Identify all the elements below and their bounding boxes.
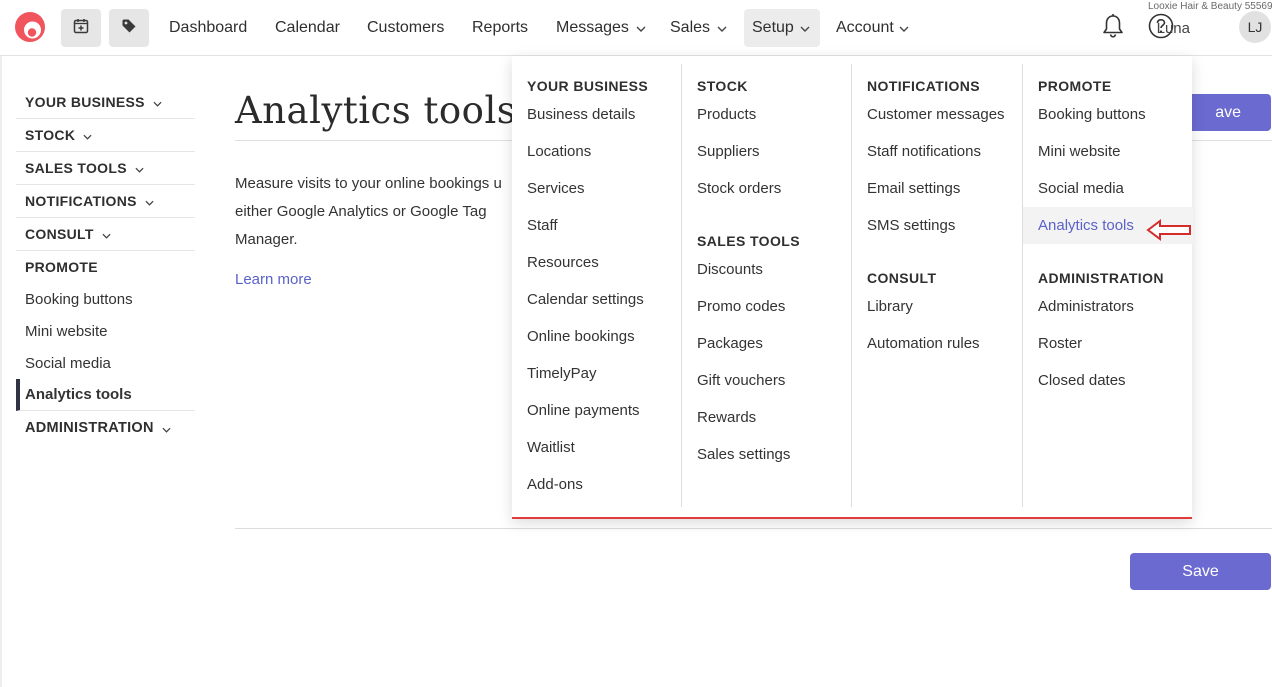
menu-item-packages[interactable]: Packages bbox=[697, 325, 852, 362]
nav-customers[interactable]: Customers bbox=[367, 0, 444, 56]
user-name[interactable]: Luna bbox=[1157, 0, 1190, 56]
nav-setup[interactable]: Setup bbox=[744, 9, 820, 47]
setup-dropdown-menu: YOUR BUSINESS Business details Locations… bbox=[512, 56, 1193, 519]
chevron-down-icon bbox=[717, 19, 727, 37]
top-nav-bar: Dashboard Calendar Customers Reports Mes… bbox=[0, 0, 1272, 56]
chevron-down-icon bbox=[636, 19, 646, 37]
menu-item-automation-rules[interactable]: Automation rules bbox=[867, 325, 1022, 362]
tag-icon bbox=[121, 18, 137, 39]
menu-item-library[interactable]: Library bbox=[867, 288, 1022, 325]
sidebar-section-notifications[interactable]: NOTIFICATIONS bbox=[16, 185, 195, 218]
menu-item-staff[interactable]: Staff bbox=[527, 207, 682, 244]
chevron-down-icon bbox=[800, 19, 810, 37]
menu-item-add-ons[interactable]: Add-ons bbox=[527, 466, 682, 503]
sidebar-section-your-business[interactable]: YOUR BUSINESS bbox=[16, 86, 195, 119]
sidebar-section-promote[interactable]: PROMOTE bbox=[16, 251, 195, 283]
menu-item-booking-buttons[interactable]: Booking buttons bbox=[1038, 96, 1192, 133]
menu-item-customer-messages[interactable]: Customer messages bbox=[867, 96, 1022, 133]
menu-item-resources[interactable]: Resources bbox=[527, 244, 682, 281]
dropdown-column-stock: STOCK Products Suppliers Stock orders SA… bbox=[681, 64, 852, 507]
nav-messages[interactable]: Messages bbox=[556, 0, 646, 56]
menu-item-timelypay[interactable]: TimelyPay bbox=[527, 355, 682, 392]
menu-item-products[interactable]: Products bbox=[697, 96, 852, 133]
sidebar-item-booking-buttons[interactable]: Booking buttons bbox=[16, 283, 195, 315]
menu-item-social-media[interactable]: Social media bbox=[1038, 170, 1192, 207]
nav-reports[interactable]: Reports bbox=[472, 0, 528, 56]
dropdown-heading-promote: PROMOTE bbox=[1038, 78, 1112, 94]
menu-item-promo-codes[interactable]: Promo codes bbox=[697, 288, 852, 325]
page-description: Measure visits to your online bookings u… bbox=[235, 175, 502, 248]
menu-item-discounts[interactable]: Discounts bbox=[697, 251, 852, 288]
menu-item-closed-dates[interactable]: Closed dates bbox=[1038, 362, 1192, 399]
calendar-add-icon bbox=[73, 18, 89, 39]
menu-item-rewards[interactable]: Rewards bbox=[697, 399, 852, 436]
sidebar-item-analytics-tools[interactable]: Analytics tools bbox=[16, 379, 195, 411]
menu-item-online-payments[interactable]: Online payments bbox=[527, 392, 682, 429]
chevron-down-icon bbox=[145, 193, 154, 209]
sidebar-item-social-media[interactable]: Social media bbox=[16, 347, 195, 379]
nav-dashboard[interactable]: Dashboard bbox=[169, 0, 247, 56]
nav-account[interactable]: Account bbox=[836, 0, 909, 56]
page-title: Analytics tools bbox=[235, 89, 517, 132]
sidebar-section-stock[interactable]: STOCK bbox=[16, 119, 195, 152]
sidebar-item-mini-website[interactable]: Mini website bbox=[16, 315, 195, 347]
settings-sidebar: YOUR BUSINESS STOCK SALES TOOLS NOTIFICA… bbox=[16, 86, 195, 444]
sidebar-section-consult[interactable]: CONSULT bbox=[16, 218, 195, 251]
dropdown-heading-stock: STOCK bbox=[697, 78, 748, 94]
menu-item-stock-orders[interactable]: Stock orders bbox=[697, 170, 852, 207]
chevron-down-icon bbox=[899, 19, 909, 37]
nav-calendar[interactable]: Calendar bbox=[275, 0, 340, 56]
save-button[interactable]: Save bbox=[1130, 553, 1271, 590]
dropdown-heading-consult: CONSULT bbox=[867, 270, 937, 286]
dropdown-column-promote: PROMOTE Booking buttons Mini website Soc… bbox=[1022, 64, 1193, 507]
learn-more-link[interactable]: Learn more bbox=[235, 271, 312, 288]
avatar[interactable]: LJ bbox=[1239, 11, 1271, 43]
sidebar-section-sales-tools[interactable]: SALES TOOLS bbox=[16, 152, 195, 185]
page-left-edge bbox=[0, 56, 2, 687]
chevron-down-icon bbox=[153, 94, 162, 110]
dropdown-heading-your-business: YOUR BUSINESS bbox=[527, 78, 649, 94]
chevron-down-icon bbox=[162, 420, 171, 436]
dropdown-column-your-business: YOUR BUSINESS Business details Locations… bbox=[512, 64, 682, 507]
timely-logo-icon[interactable] bbox=[14, 11, 46, 43]
divider bbox=[235, 528, 1272, 529]
menu-item-business-details[interactable]: Business details bbox=[527, 96, 682, 133]
menu-item-waitlist[interactable]: Waitlist bbox=[527, 429, 682, 466]
menu-item-online-bookings[interactable]: Online bookings bbox=[527, 318, 682, 355]
dropdown-heading-administration: ADMINISTRATION bbox=[1038, 270, 1164, 286]
nav-sales[interactable]: Sales bbox=[670, 0, 727, 56]
menu-item-roster[interactable]: Roster bbox=[1038, 325, 1192, 362]
menu-item-sms-settings[interactable]: SMS settings bbox=[867, 207, 1022, 244]
menu-item-staff-notifications[interactable]: Staff notifications bbox=[867, 133, 1022, 170]
chevron-down-icon bbox=[83, 127, 92, 143]
menu-item-email-settings[interactable]: Email settings bbox=[867, 170, 1022, 207]
bell-icon[interactable] bbox=[1101, 13, 1125, 44]
chevron-down-icon bbox=[102, 226, 111, 242]
chevron-down-icon bbox=[135, 160, 144, 176]
menu-item-mini-website[interactable]: Mini website bbox=[1038, 133, 1192, 170]
menu-item-gift-vouchers[interactable]: Gift vouchers bbox=[697, 362, 852, 399]
menu-item-locations[interactable]: Locations bbox=[527, 133, 682, 170]
menu-item-calendar-settings[interactable]: Calendar settings bbox=[527, 281, 682, 318]
new-appointment-button[interactable] bbox=[61, 9, 101, 47]
menu-item-administrators[interactable]: Administrators bbox=[1038, 288, 1192, 325]
menu-item-services[interactable]: Services bbox=[527, 170, 682, 207]
dropdown-column-notifications: NOTIFICATIONS Customer messages Staff no… bbox=[851, 64, 1022, 507]
dropdown-heading-sales-tools: SALES TOOLS bbox=[697, 233, 800, 249]
dropdown-heading-notifications: NOTIFICATIONS bbox=[867, 78, 981, 94]
sidebar-section-administration[interactable]: ADMINISTRATION bbox=[16, 411, 195, 444]
annotation-arrow-icon bbox=[1146, 219, 1192, 246]
menu-item-sales-settings[interactable]: Sales settings bbox=[697, 436, 852, 473]
new-sale-button[interactable] bbox=[109, 9, 149, 47]
menu-item-suppliers[interactable]: Suppliers bbox=[697, 133, 852, 170]
